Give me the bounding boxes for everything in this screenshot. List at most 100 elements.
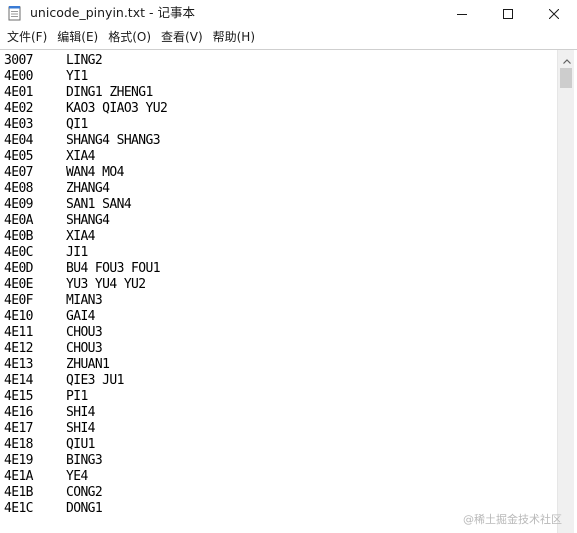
pinyin-value: SAN1 SAN4 bbox=[66, 197, 132, 212]
unicode-code: 4E0C bbox=[4, 245, 34, 260]
window-title: unicode_pinyin.txt - 记事本 bbox=[30, 5, 195, 20]
menu-bar: 文件(F) 编辑(E) 格式(O) 查看(V) 帮助(H) bbox=[0, 27, 577, 48]
unicode-code: 4E07 bbox=[4, 165, 34, 180]
pinyin-value: SHI4 bbox=[66, 405, 96, 420]
text-line[interactable]: 4E1B CONG2 bbox=[3, 485, 553, 501]
unicode-code: 4E17 bbox=[4, 421, 34, 436]
pinyin-value: WAN4 MO4 bbox=[66, 165, 124, 180]
text-line[interactable]: 4E17 SHI4 bbox=[3, 421, 553, 437]
pinyin-value: SHANG4 bbox=[66, 213, 110, 228]
pinyin-value: KAO3 QIAO3 YU2 bbox=[66, 101, 168, 116]
unicode-code: 4E1B bbox=[4, 485, 34, 500]
unicode-code: 3007 bbox=[4, 53, 34, 68]
unicode-code: 4E0E bbox=[4, 277, 34, 292]
pinyin-value: SHANG4 SHANG3 bbox=[66, 133, 161, 148]
pinyin-value: QIU1 bbox=[66, 437, 96, 452]
pinyin-value: CHOU3 bbox=[66, 325, 103, 340]
pinyin-value: CONG2 bbox=[66, 485, 103, 500]
text-line[interactable]: 4E09 SAN1 SAN4 bbox=[3, 197, 553, 213]
text-line[interactable]: 4E02 KAO3 QIAO3 YU2 bbox=[3, 101, 553, 117]
text-line[interactable]: 4E0A SHANG4 bbox=[3, 213, 553, 229]
unicode-code: 4E01 bbox=[4, 85, 34, 100]
text-line[interactable]: 4E16 SHI4 bbox=[3, 405, 553, 421]
notepad-icon bbox=[8, 5, 22, 21]
text-line[interactable]: 4E07 WAN4 MO4 bbox=[3, 165, 553, 181]
unicode-code: 4E08 bbox=[4, 181, 34, 196]
minimize-icon bbox=[457, 9, 467, 19]
unicode-code: 4E18 bbox=[4, 437, 34, 452]
menu-file[interactable]: 文件(F) bbox=[2, 28, 52, 47]
pinyin-value: ZHANG4 bbox=[66, 181, 110, 196]
watermark: @稀土掘金技术社区 bbox=[463, 513, 562, 526]
pinyin-value: DING1 ZHENG1 bbox=[66, 85, 153, 100]
unicode-code: 4E03 bbox=[4, 117, 34, 132]
pinyin-value: SHI4 bbox=[66, 421, 96, 436]
scrollbar-thumb[interactable] bbox=[560, 68, 572, 88]
unicode-code: 4E11 bbox=[4, 325, 34, 340]
unicode-code: 4E15 bbox=[4, 389, 34, 404]
pinyin-value: MIAN3 bbox=[66, 293, 103, 308]
pinyin-value: GAI4 bbox=[66, 309, 96, 324]
pinyin-value: PI1 bbox=[66, 389, 88, 404]
text-line[interactable]: 4E12 CHOU3 bbox=[3, 341, 553, 357]
pinyin-value: YU3 YU4 YU2 bbox=[66, 277, 146, 292]
menu-format[interactable]: 格式(O) bbox=[103, 28, 156, 47]
text-line[interactable]: 4E14 QIE3 JU1 bbox=[3, 373, 553, 389]
close-icon bbox=[549, 8, 559, 19]
text-line[interactable]: 4E18 QIU1 bbox=[3, 437, 553, 453]
unicode-code: 4E05 bbox=[4, 149, 34, 164]
pinyin-value: DONG1 bbox=[66, 501, 103, 516]
unicode-code: 4E02 bbox=[4, 101, 34, 116]
unicode-code: 4E09 bbox=[4, 197, 34, 212]
text-line[interactable]: 4E0C JI1 bbox=[3, 245, 553, 261]
unicode-code: 4E12 bbox=[4, 341, 34, 356]
text-line[interactable]: 4E0F MIAN3 bbox=[3, 293, 553, 309]
unicode-code: 4E1A bbox=[4, 469, 34, 484]
text-line[interactable]: 4E01 DING1 ZHENG1 bbox=[3, 85, 553, 101]
unicode-code: 4E16 bbox=[4, 405, 34, 420]
pinyin-value: BING3 bbox=[66, 453, 103, 468]
unicode-code: 4E04 bbox=[4, 133, 34, 148]
vertical-scrollbar[interactable] bbox=[557, 50, 574, 533]
pinyin-value: QI1 bbox=[66, 117, 88, 132]
menu-view[interactable]: 查看(V) bbox=[156, 28, 208, 47]
pinyin-value: XIA4 bbox=[66, 149, 96, 164]
text-line[interactable]: 4E11 CHOU3 bbox=[3, 325, 553, 341]
text-line[interactable]: 4E03 QI1 bbox=[3, 117, 553, 133]
text-line[interactable]: 4E0D BU4 FOU3 FOU1 bbox=[3, 261, 553, 277]
text-line[interactable]: 4E19 BING3 bbox=[3, 453, 553, 469]
text-line[interactable]: 4E0B XIA4 bbox=[3, 229, 553, 245]
text-line[interactable]: 3007 LING2 bbox=[3, 53, 553, 69]
text-line[interactable]: 4E10 GAI4 bbox=[3, 309, 553, 325]
menu-edit[interactable]: 编辑(E) bbox=[52, 28, 103, 47]
unicode-code: 4E0B bbox=[4, 229, 34, 244]
unicode-code: 4E1C bbox=[4, 501, 34, 516]
text-line[interactable]: 4E05 XIA4 bbox=[3, 149, 553, 165]
text-line[interactable]: 4E15 PI1 bbox=[3, 389, 553, 405]
scroll-up-arrow-icon bbox=[562, 49, 571, 68]
text-line[interactable]: 4E1A YE4 bbox=[3, 469, 553, 485]
maximize-icon bbox=[503, 8, 513, 19]
title-bar[interactable]: unicode_pinyin.txt - 记事本 bbox=[0, 0, 577, 27]
pinyin-value: QIE3 JU1 bbox=[66, 373, 124, 388]
editor-area[interactable]: 3007 LING2 4E00 YI1 4E01 DING1 ZHENG1 4E02 KAO3… bbox=[0, 49, 577, 533]
unicode-code: 4E0A bbox=[4, 213, 34, 228]
text-line[interactable]: 4E04 SHANG4 SHANG3 bbox=[3, 133, 553, 149]
unicode-code: 4E14 bbox=[4, 373, 34, 388]
text-line[interactable]: 4E00 YI1 bbox=[3, 69, 553, 85]
text-line[interactable]: 4E0E YU3 YU4 YU2 bbox=[3, 277, 553, 293]
text-line[interactable]: 4E13 ZHUAN1 bbox=[3, 357, 553, 373]
text-content[interactable]: 3007 LING2 4E00 YI1 4E01 DING1 ZHENG1 4E02 KAO3… bbox=[3, 53, 553, 529]
menu-help[interactable]: 帮助(H) bbox=[208, 28, 260, 47]
minimize-button[interactable] bbox=[439, 0, 485, 27]
scroll-up-button[interactable] bbox=[558, 50, 575, 67]
close-button[interactable] bbox=[531, 0, 577, 27]
unicode-code: 4E13 bbox=[4, 357, 34, 372]
unicode-code: 4E0D bbox=[4, 261, 34, 276]
pinyin-value: CHOU3 bbox=[66, 341, 103, 356]
maximize-button[interactable] bbox=[485, 0, 531, 27]
pinyin-value: XIA4 bbox=[66, 229, 96, 244]
text-line[interactable]: 4E08 ZHANG4 bbox=[3, 181, 553, 197]
pinyin-value: JI1 bbox=[66, 245, 88, 260]
pinyin-value: YE4 bbox=[66, 469, 88, 484]
